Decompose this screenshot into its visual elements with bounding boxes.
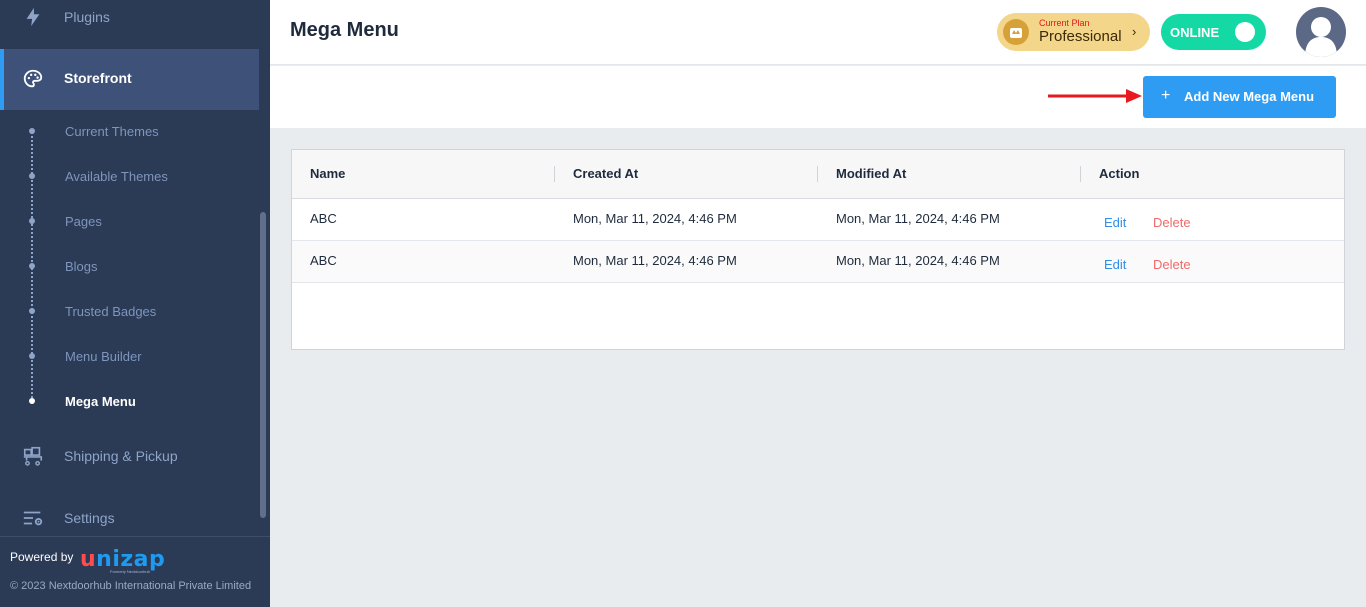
bullet-dot [29, 218, 35, 224]
sidebar-item-settings[interactable]: Settings [0, 498, 259, 538]
sidebar-subitem-blogs[interactable]: Blogs [0, 253, 259, 283]
crown-icon [1003, 19, 1029, 45]
bullet-dot [29, 263, 35, 269]
sidebar-subitem-mega-menu[interactable]: Mega Menu [0, 388, 259, 418]
subitem-label: Pages [65, 214, 102, 229]
sidebar-item-label: Plugins [64, 9, 110, 25]
edit-link[interactable]: Edit [1104, 215, 1126, 230]
column-header-created-at: Created At [573, 166, 639, 181]
subitem-label: Mega Menu [65, 394, 136, 409]
storefront-submenu: Current Themes Available Themes Pages Bl… [0, 110, 259, 420]
sidebar-subitem-current-themes[interactable]: Current Themes [0, 118, 259, 148]
column-header-modified-at: Modified At [836, 166, 907, 181]
chevron-right-icon: › [1132, 24, 1137, 39]
palette-icon [23, 69, 43, 88]
table-row: ABC Mon, Mar 11, 2024, 4:46 PM Mon, Mar … [292, 199, 1344, 241]
sidebar-subitem-available-themes[interactable]: Available Themes [0, 163, 259, 193]
delete-link[interactable]: Delete [1153, 215, 1191, 230]
delete-link[interactable]: Delete [1153, 257, 1191, 272]
cell-name: ABC [310, 253, 337, 268]
current-plan-badge[interactable]: Current Plan Professional › [997, 13, 1150, 51]
column-header-action: Action [1099, 166, 1140, 181]
action-bar: + Add New Mega Menu [270, 66, 1366, 128]
sidebar-item-label: Storefront [64, 70, 132, 86]
table-header: Name Created At Modified At Action [292, 150, 1344, 199]
bullet-dot [29, 173, 35, 179]
sidebar-item-plugins[interactable]: Plugins [0, 0, 259, 36]
cell-created-at: Mon, Mar 11, 2024, 4:46 PM [573, 253, 737, 268]
mega-menu-table: Name Created At Modified At Action ABC M… [291, 149, 1345, 350]
cell-created-at: Mon, Mar 11, 2024, 4:46 PM [573, 211, 737, 226]
user-silhouette-icon [1305, 17, 1337, 57]
cell-name: ABC [310, 211, 337, 226]
sidebar-subitem-menu-builder[interactable]: Menu Builder [0, 343, 259, 373]
bullet-dot [29, 353, 35, 359]
page-title: Mega Menu [290, 19, 399, 41]
logo-subtitle: Formerly Nextdoorhub [110, 569, 150, 574]
plan-label: Current Plan [1039, 18, 1090, 28]
edit-link[interactable]: Edit [1104, 257, 1126, 272]
lightning-icon [26, 7, 40, 27]
bullet-dot [29, 398, 35, 404]
top-header: Mega Menu Current Plan Professional › ON… [270, 0, 1366, 65]
sidebar-item-shipping-pickup[interactable]: Shipping & Pickup [0, 436, 259, 476]
column-divider [817, 166, 818, 182]
column-divider [1080, 166, 1081, 182]
cell-modified-at: Mon, Mar 11, 2024, 4:46 PM [836, 253, 1000, 268]
powered-by-text: Powered by [10, 550, 74, 564]
sidebar-footer: Powered by unizap Formerly Nextdoorhub ©… [0, 536, 270, 607]
cell-modified-at: Mon, Mar 11, 2024, 4:46 PM [836, 211, 1000, 226]
sidebar-scrollbar[interactable] [260, 212, 266, 518]
plan-name: Professional [1039, 28, 1122, 45]
online-status-toggle[interactable]: ONLINE [1161, 14, 1266, 50]
plus-icon: + [1161, 87, 1171, 104]
table-row: ABC Mon, Mar 11, 2024, 4:46 PM Mon, Mar … [292, 241, 1344, 283]
copyright-text: © 2023 Nextdoorhub International Private… [10, 580, 252, 592]
delivery-cart-icon [23, 446, 43, 466]
sidebar: Plugins Storefront Current Themes Availa… [0, 0, 270, 607]
sidebar-item-storefront[interactable]: Storefront [0, 49, 259, 110]
column-divider [554, 166, 555, 182]
sidebar-subitem-trusted-badges[interactable]: Trusted Badges [0, 298, 259, 328]
red-arrow-annotation [1048, 89, 1142, 103]
subitem-label: Menu Builder [65, 349, 142, 364]
bullet-dot [29, 128, 35, 134]
settings-sliders-icon [23, 511, 43, 526]
user-avatar[interactable] [1296, 7, 1346, 57]
bullet-dot [29, 308, 35, 314]
subitem-label: Available Themes [65, 169, 168, 184]
subitem-label: Blogs [65, 259, 98, 274]
toggle-knob [1235, 22, 1255, 42]
sidebar-item-label: Settings [64, 510, 115, 526]
sidebar-subitem-pages[interactable]: Pages [0, 208, 259, 238]
subitem-label: Trusted Badges [65, 304, 157, 319]
column-header-name: Name [310, 166, 346, 181]
online-label: ONLINE [1170, 25, 1220, 40]
add-new-mega-menu-button[interactable]: + Add New Mega Menu [1143, 76, 1336, 118]
button-label: Add New Mega Menu [1184, 89, 1315, 104]
subitem-label: Current Themes [65, 124, 159, 139]
sidebar-item-label: Shipping & Pickup [64, 448, 178, 464]
